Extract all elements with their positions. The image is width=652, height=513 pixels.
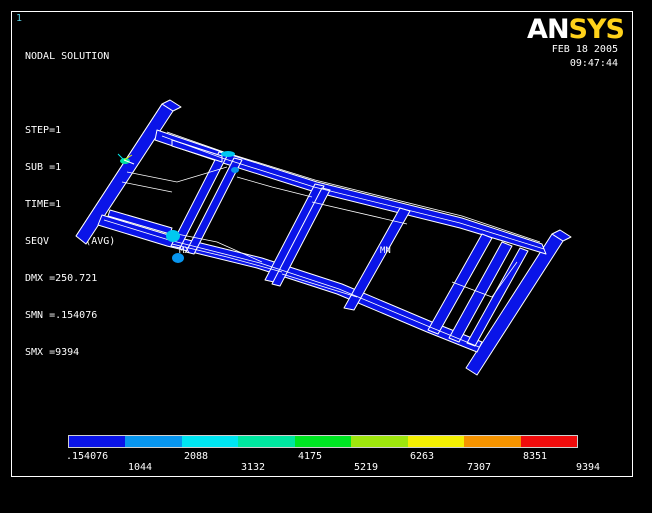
legend-swatch xyxy=(69,436,126,447)
frame-model-plot[interactable]: MX MN xyxy=(12,12,632,476)
legend-label: 1044 xyxy=(127,462,153,473)
legend-label: 6263 xyxy=(409,451,435,462)
legend-swatch xyxy=(238,436,295,447)
stress-hotspot xyxy=(166,230,180,242)
legend-label: 2088 xyxy=(183,451,209,462)
cross-member xyxy=(343,207,411,311)
legend-swatch xyxy=(294,436,352,447)
mx-marker: MX xyxy=(179,246,190,256)
legend-label: 7307 xyxy=(466,462,492,473)
legend-swatch xyxy=(125,436,182,447)
legend-swatch xyxy=(181,436,239,447)
legend-swatch xyxy=(351,436,408,447)
graphics-viewport[interactable]: 1 ANSYS FEB 18 2005 09:47:44 NODAL SOLUT… xyxy=(11,11,633,477)
stress-hotspot xyxy=(221,151,235,157)
legend-swatch xyxy=(407,436,465,447)
contour-legend-bar xyxy=(68,435,578,448)
legend-label: 5219 xyxy=(353,462,379,473)
legend-label: 8351 xyxy=(522,451,548,462)
legend-swatch xyxy=(464,436,521,447)
triad-z-axis xyxy=(117,153,125,161)
legend-label: 4175 xyxy=(297,451,323,462)
mn-marker: MN xyxy=(380,246,391,256)
legend-swatch xyxy=(520,436,577,447)
mesh-line xyxy=(121,181,173,193)
legend-label: 9394 xyxy=(575,462,601,473)
legend-label: 3132 xyxy=(240,462,266,473)
legend-label: .154076 xyxy=(66,451,109,462)
stress-hotspot xyxy=(231,167,239,173)
